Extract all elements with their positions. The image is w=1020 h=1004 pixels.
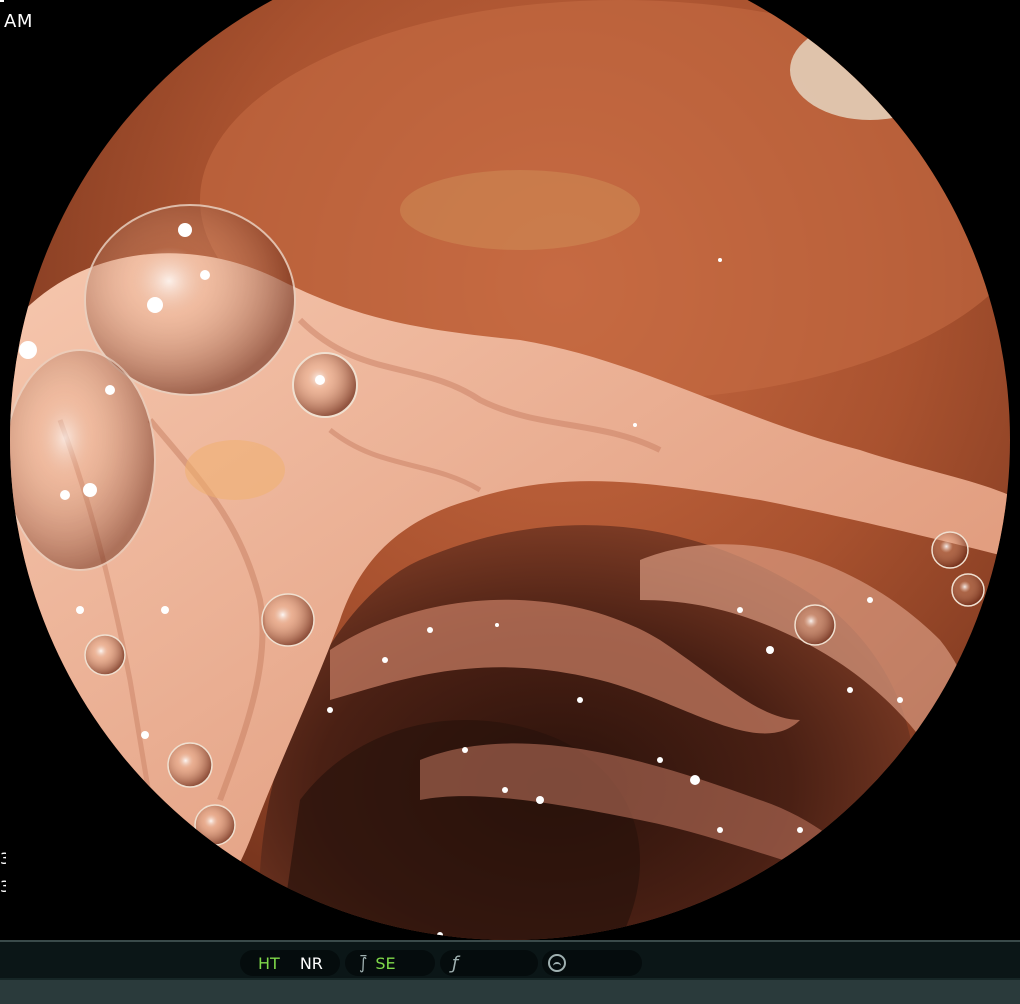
corner-tick bbox=[0, 0, 4, 2]
ht-label: HT bbox=[258, 953, 280, 973]
ht-nr-indicator: HT NR bbox=[240, 950, 340, 976]
circle-indicator bbox=[542, 950, 642, 976]
waveform-icon: ⨛ bbox=[359, 953, 368, 973]
status-bar: HT NR ⨛ SE ƒ bbox=[0, 940, 1020, 1004]
left-edge-mark: 3 bbox=[0, 878, 6, 896]
f-icon: ƒ bbox=[452, 952, 459, 974]
se-indicator: ⨛ SE bbox=[345, 950, 435, 976]
circle-wave-icon bbox=[548, 954, 566, 972]
corner-label: AM bbox=[4, 11, 33, 32]
se-label: SE bbox=[375, 953, 396, 973]
nr-label: NR bbox=[299, 953, 323, 973]
f-indicator: ƒ bbox=[440, 950, 538, 976]
status-bar-lower bbox=[0, 980, 1020, 1004]
endoscope-view-frame: AM 3 3 bbox=[0, 0, 1020, 940]
endoscopy-image bbox=[0, 0, 1020, 940]
left-edge-mark: 3 bbox=[0, 850, 6, 868]
